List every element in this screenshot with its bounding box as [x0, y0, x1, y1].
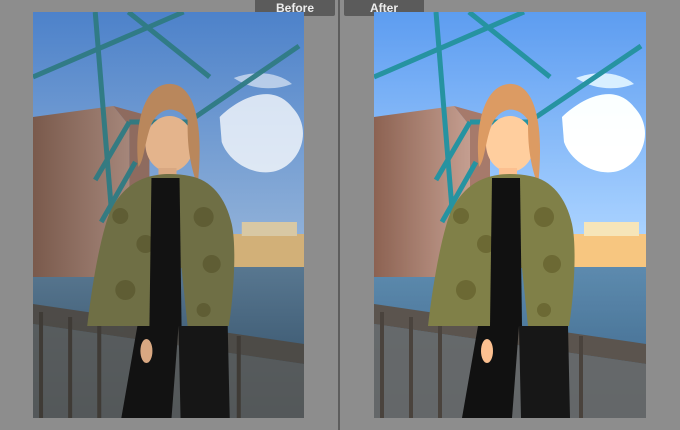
split-divider[interactable]: [338, 0, 340, 430]
after-photo: [374, 12, 646, 418]
before-photo: [33, 12, 304, 418]
